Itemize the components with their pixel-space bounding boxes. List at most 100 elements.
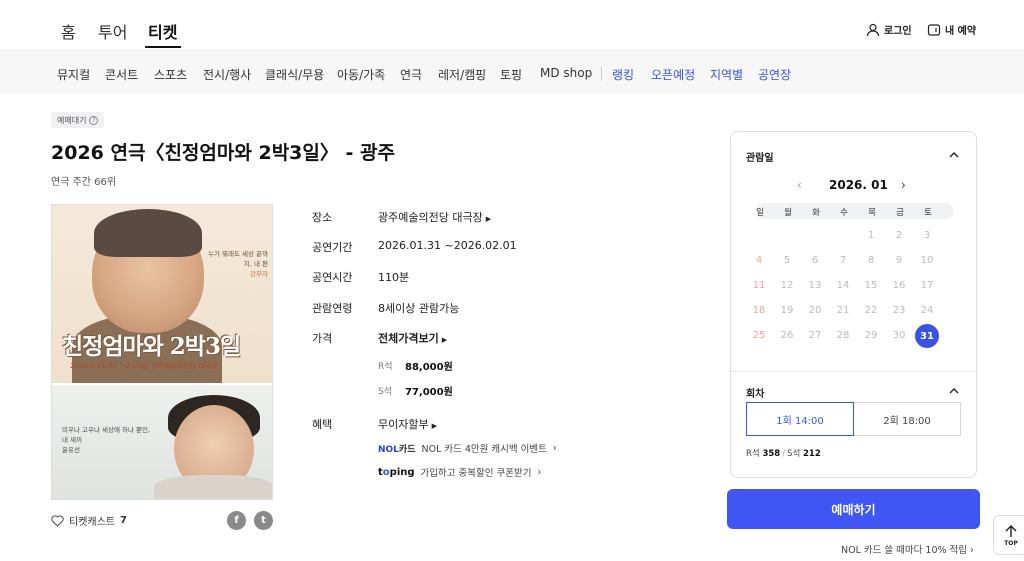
calendar-day: 4 [755, 255, 763, 266]
calendar-day: 24 [920, 305, 934, 316]
category-classic[interactable]: 클래식/무용 [265, 66, 324, 83]
tab-home[interactable]: 홈 [61, 19, 76, 43]
active-tab-underline [145, 46, 181, 48]
seat-availability: R석 358/S석 212 [746, 449, 821, 459]
session-1-button[interactable]: 1회 14:00 [746, 402, 854, 436]
category-toping[interactable]: 토핑 [500, 66, 522, 83]
user-icon [866, 23, 880, 36]
ticket-icon [927, 23, 941, 36]
weekday-label: 토 [924, 208, 932, 218]
page-title: 2026 연극〈친정엄마와 2박3일〉 - 광주 [51, 142, 395, 164]
help-icon: ? [89, 115, 99, 125]
calendar-day: 14 [836, 280, 850, 291]
weekday-label: 금 [896, 208, 904, 218]
period-label: 공연기간 [312, 241, 353, 254]
chevron-right-icon: › [552, 442, 557, 454]
poster-image: 누가 뭐래도 세상 끝까지, 내 편 강부자 친정엄마와 2박3일 2026.1.… [51, 204, 273, 500]
weekday-label: 화 [812, 208, 820, 218]
all-prices-link[interactable]: 전체가격보기 ▶ [378, 330, 447, 346]
category-musical[interactable]: 뮤지컬 [57, 66, 90, 83]
calendar-day: 12 [780, 280, 794, 291]
category-kids[interactable]: 아동/가족 [337, 66, 385, 83]
calendar-day-selected[interactable]: 31 [915, 324, 939, 348]
login-label: 로그인 [884, 26, 912, 37]
venue-label: 장소 [312, 211, 333, 224]
caret-right-icon: ▶ [431, 422, 437, 430]
nol-card-logo: NOL카드 [378, 444, 416, 455]
panel-divider [731, 371, 976, 372]
calendar-day: 18 [752, 305, 766, 316]
calendar-day: 15 [864, 280, 878, 291]
age-label: 관람연령 [312, 302, 353, 315]
calendar-day: 13 [808, 280, 822, 291]
calendar-day: 7 [839, 255, 847, 266]
calendar-day: 10 [920, 255, 934, 266]
price-label: 가격 [312, 332, 333, 345]
arrow-up-icon [1005, 524, 1017, 537]
category-md-shop[interactable]: MD shop [540, 66, 592, 80]
book-button[interactable]: 예매하기 [727, 489, 980, 529]
interest-free-link[interactable]: 무이자할부 ▶ [378, 416, 437, 432]
facebook-share-icon[interactable]: f [227, 511, 246, 530]
prev-month-icon[interactable]: ‹ [797, 178, 802, 192]
twitter-share-icon[interactable]: t [254, 511, 273, 530]
calendar-day: 23 [892, 305, 906, 316]
calendar-day: 8 [867, 255, 875, 266]
calendar-day: 29 [864, 330, 878, 341]
weekday-label: 일 [756, 208, 764, 218]
heart-icon [51, 514, 64, 527]
toping-text: 가입하고 중복할인 쿠폰받기 [420, 468, 532, 479]
session-2-button[interactable]: 2회 18:00 [853, 402, 961, 436]
poster-daughter-body [154, 475, 272, 499]
calendar-day: 5 [783, 255, 791, 266]
chevron-up-icon[interactable] [949, 386, 959, 396]
benefit-label: 혜택 [312, 418, 333, 431]
my-reservation-button[interactable]: 내 예약 [927, 22, 976, 37]
category-ranking[interactable]: 랭킹 [612, 66, 634, 83]
category-exhibition[interactable]: 전시/행사 [203, 66, 251, 83]
chevron-up-icon[interactable] [949, 150, 959, 160]
category-leisure[interactable]: 레저/캠핑 [438, 66, 486, 83]
category-concert[interactable]: 콘서트 [105, 66, 138, 83]
calendar-day: 20 [808, 305, 822, 316]
category-venue[interactable]: 공연장 [758, 66, 791, 83]
grade-s: S석 [378, 387, 392, 397]
weekday-label: 목 [868, 208, 876, 218]
next-month-icon[interactable]: › [901, 178, 906, 192]
toping-logo: toping [378, 466, 415, 478]
poster-quote-bottom: 미우나 고우나 세상에 하나 뿐인, 내 새끼 윤유선 [62, 426, 151, 454]
calendar-day: 26 [780, 330, 794, 341]
top-label: TOP [1004, 539, 1018, 547]
calendar-day: 21 [836, 305, 850, 316]
caret-right-icon: ▶ [441, 336, 448, 344]
calendar-day: 22 [864, 305, 878, 316]
tab-tour[interactable]: 투어 [98, 19, 127, 43]
ticketcast-like-button[interactable]: 티켓캐스트 7 [51, 513, 127, 528]
calendar-day: 16 [892, 280, 906, 291]
grade-r: R석 [378, 362, 393, 372]
login-button[interactable]: 로그인 [866, 22, 912, 37]
calendar-day: 1 [867, 230, 875, 241]
top-navigation: 홈 투어 티켓 로그인 내 예약 [0, 0, 1024, 50]
venue-link[interactable]: 광주예술의전당 대극장 ▶ [378, 209, 491, 225]
nol-card-promo-link[interactable]: NOL 카드 쓸 때마다 10% 적립 › [841, 542, 974, 556]
calendar-day: 17 [920, 280, 934, 291]
nol-card-benefit[interactable]: NOL카드 NOL 카드 4만원 캐시백 이벤트 › [378, 441, 557, 456]
caret-right-icon: ▶ [485, 215, 492, 223]
scroll-top-button[interactable]: TOP [993, 515, 1024, 555]
calendar-day: 30 [892, 330, 906, 341]
like-label: 티켓캐스트 [69, 517, 115, 528]
toping-benefit[interactable]: toping 가입하고 중복할인 쿠폰받기 › [378, 465, 542, 480]
calendar-day: 19 [780, 305, 794, 316]
poster-mother-hair [94, 209, 202, 257]
booking-wait-badge[interactable]: 예매대기 ? [51, 112, 105, 128]
weekday-label: 월 [784, 208, 792, 218]
category-open-soon[interactable]: 오픈예정 [651, 66, 695, 83]
tab-ticket[interactable]: 티켓 [148, 19, 177, 43]
date-section-title: 관람일 [746, 153, 774, 164]
category-sports[interactable]: 스포츠 [154, 66, 187, 83]
category-region[interactable]: 지역별 [710, 66, 743, 83]
category-play[interactable]: 연극 [400, 66, 422, 83]
weekday-label: 수 [840, 208, 848, 218]
chevron-right-icon: › [537, 466, 542, 478]
